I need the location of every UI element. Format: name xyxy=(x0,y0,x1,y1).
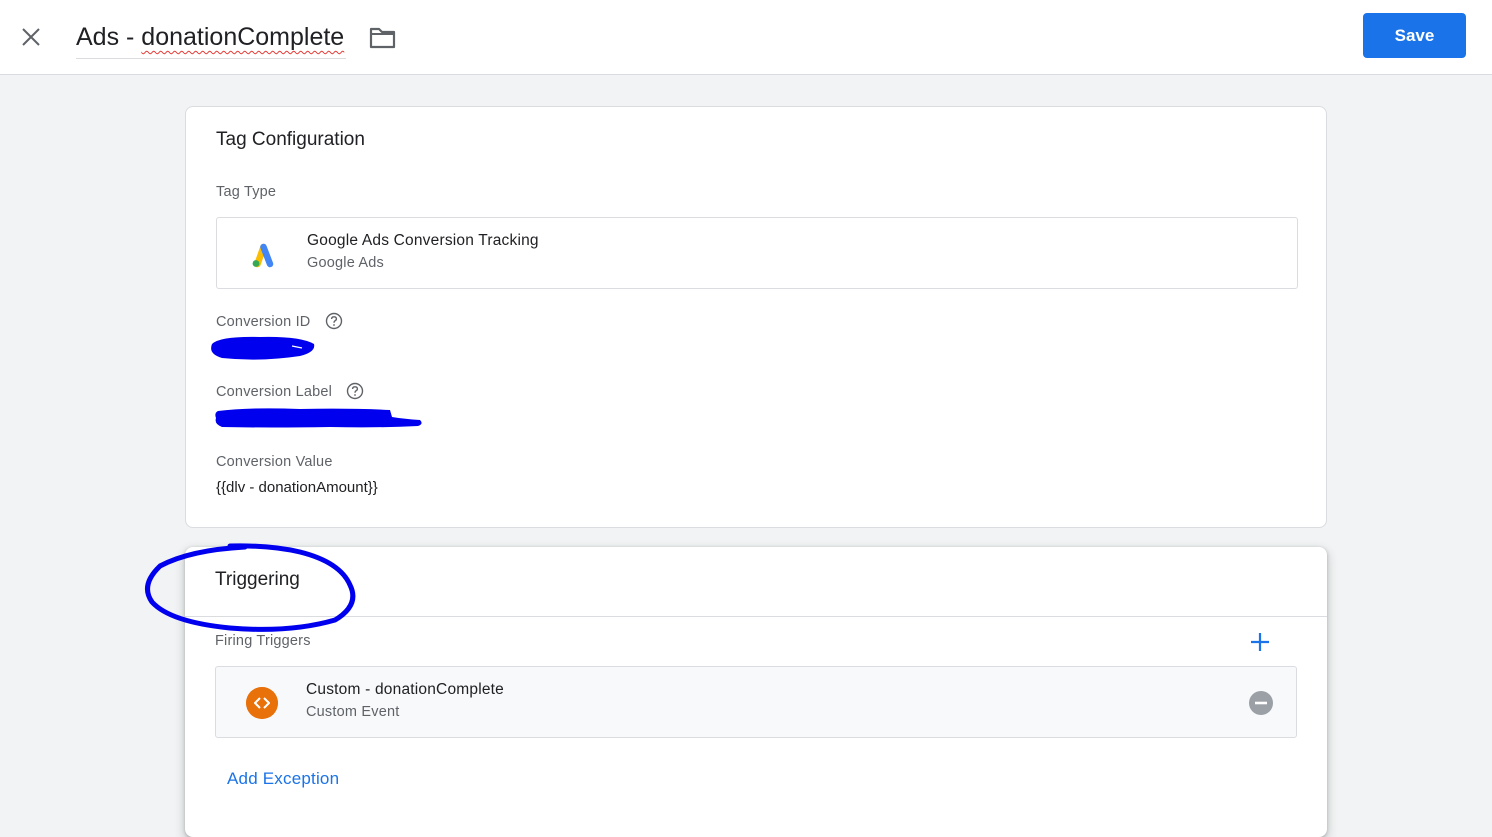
conversion-label-label: Conversion Label xyxy=(216,382,364,400)
tag-name-field[interactable]: Ads - donationComplete xyxy=(76,18,347,59)
tag-configuration-card[interactable]: Tag Configuration Tag Type Google Ads Co… xyxy=(185,106,1327,528)
tag-type-name: Google Ads Conversion Tracking xyxy=(307,232,539,249)
conversion-label-value: BH xyxy=(216,409,237,426)
conversion-value: {{dlv - donationAmount}} xyxy=(216,479,378,496)
tag-type-label: Tag Type xyxy=(216,184,277,200)
trigger-item[interactable]: Custom - donationComplete Custom Event xyxy=(215,666,1297,738)
top-bar: Ads - donationComplete Save xyxy=(0,0,1492,75)
save-button[interactable]: Save xyxy=(1363,13,1466,58)
help-icon[interactable] xyxy=(325,312,343,330)
triggering-card[interactable]: Triggering Firing Triggers Custom - dona… xyxy=(185,547,1327,837)
add-exception-link[interactable]: Add Exception xyxy=(227,769,339,789)
plus-icon[interactable] xyxy=(1248,630,1272,654)
trigger-type: Custom Event xyxy=(306,704,400,720)
tag-type-box[interactable]: Google Ads Conversion Tracking Google Ad… xyxy=(216,217,1298,289)
tag-type-subtitle: Google Ads xyxy=(307,255,384,271)
folder-icon xyxy=(369,27,396,49)
help-icon[interactable] xyxy=(346,382,364,400)
triggering-title: Triggering xyxy=(215,569,300,590)
custom-event-icon xyxy=(246,687,278,719)
close-button[interactable] xyxy=(14,20,48,54)
tag-configuration-title: Tag Configuration xyxy=(216,129,365,150)
tag-name-text: Ads - donationComplete xyxy=(76,23,345,51)
conversion-value-label: Conversion Value xyxy=(216,454,333,470)
conversion-id-label: Conversion ID xyxy=(216,312,343,330)
firing-triggers-label: Firing Triggers xyxy=(215,633,311,649)
divider xyxy=(185,616,1327,617)
folder-button[interactable] xyxy=(368,24,398,52)
google-ads-icon xyxy=(252,243,274,268)
close-icon xyxy=(22,28,40,46)
trigger-name: Custom - donationComplete xyxy=(306,681,504,698)
remove-icon[interactable] xyxy=(1248,690,1274,716)
